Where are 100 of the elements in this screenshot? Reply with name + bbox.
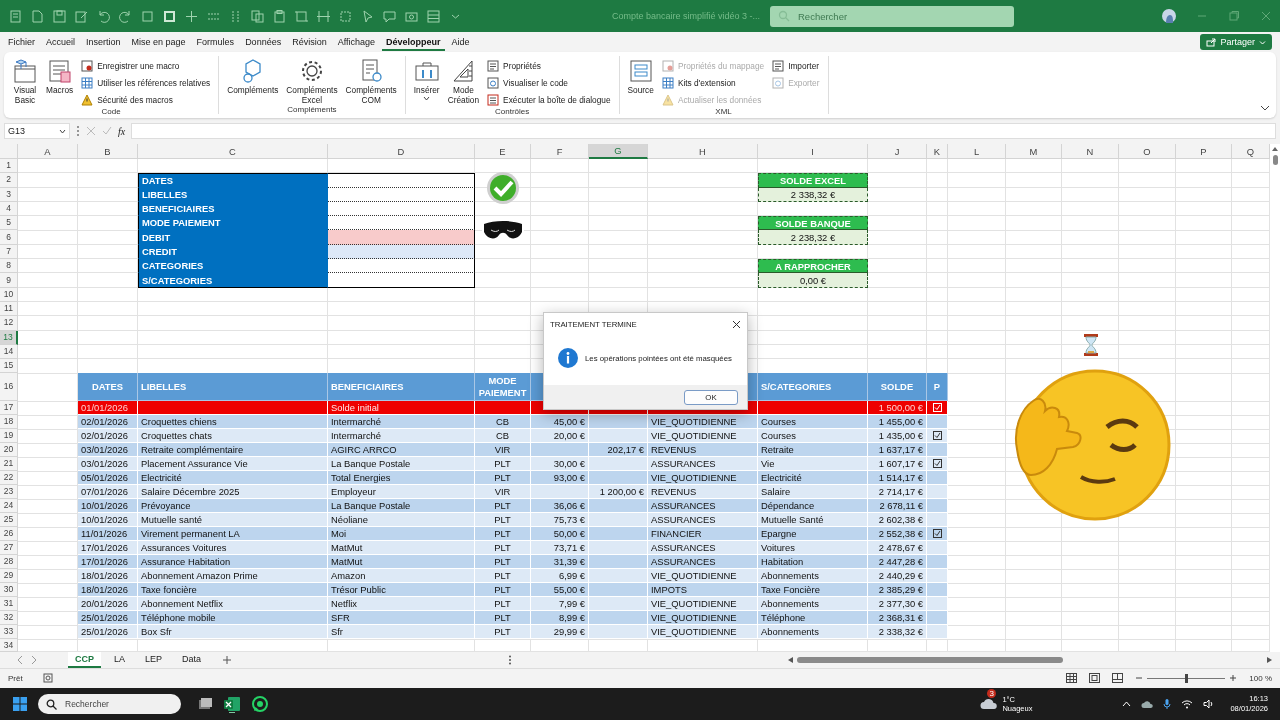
frame-icon[interactable]: [316, 8, 331, 24]
page-break-icon[interactable]: [1112, 673, 1124, 683]
row-header[interactable]: 2: [0, 173, 18, 188]
row-header[interactable]: 22: [0, 471, 18, 486]
column-header[interactable]: B: [78, 144, 138, 159]
document-icon[interactable]: [8, 8, 23, 24]
check-icon[interactable]: [102, 126, 112, 136]
previous-icon[interactable]: [16, 655, 24, 665]
spreadsheet-icon[interactable]: [223, 695, 241, 713]
row-header[interactable]: 5: [0, 216, 18, 231]
zoom-level[interactable]: 100 %: [1249, 673, 1272, 683]
zoom-out-icon[interactable]: [1135, 674, 1144, 682]
formula-input[interactable]: [131, 123, 1276, 139]
cloud-icon[interactable]: [1141, 699, 1154, 709]
plus-icon[interactable]: [184, 8, 199, 24]
ribbon-button[interactable]: Sécurité des macros: [79, 92, 213, 107]
horizontal-scrollbar[interactable]: [788, 655, 1272, 665]
sheet-tab[interactable]: LA: [107, 652, 133, 668]
column-header[interactable]: G: [589, 144, 648, 159]
ribbon-button[interactable]: Kits d'extension: [659, 75, 767, 90]
avatar-icon[interactable]: [1162, 9, 1176, 23]
row-header[interactable]: 8: [0, 259, 18, 274]
column-header[interactable]: C: [138, 144, 328, 159]
menu-tab[interactable]: Développeur: [382, 33, 445, 51]
column-header[interactable]: H: [648, 144, 758, 159]
menu-tab[interactable]: Fichier: [4, 33, 39, 51]
comment-icon[interactable]: [382, 8, 397, 24]
share-button[interactable]: Partager: [1200, 34, 1272, 50]
restore-icon[interactable]: [1228, 10, 1240, 22]
ribbon-button[interactable]: Propriétés: [485, 58, 613, 73]
arrow-up-icon[interactable]: [1272, 147, 1278, 151]
copy-icon[interactable]: [250, 8, 265, 24]
wifi-icon[interactable]: [1181, 699, 1194, 709]
row-header[interactable]: 19: [0, 429, 18, 444]
sheet-tab[interactable]: CCP: [68, 652, 101, 668]
row-header[interactable]: 9: [0, 273, 18, 288]
square-icon[interactable]: [140, 8, 155, 24]
row-header[interactable]: 15: [0, 359, 18, 374]
scrollbar-thumb[interactable]: [1272, 155, 1278, 165]
ribbon-button[interactable]: Visual Basic: [10, 58, 40, 105]
slider-thumb[interactable]: [1184, 673, 1188, 683]
zoom-in-icon[interactable]: [1229, 674, 1238, 682]
column-header[interactable]: L: [948, 144, 1006, 159]
chevron-up-icon[interactable]: [1122, 701, 1132, 707]
edit-icon[interactable]: [74, 8, 89, 24]
input-cell[interactable]: [328, 273, 475, 288]
ribbon-button[interactable]: Compléments COM: [343, 58, 399, 105]
row-header[interactable]: 17: [0, 401, 18, 416]
column-header[interactable]: M: [1006, 144, 1062, 159]
row-header[interactable]: 29: [0, 569, 18, 584]
input-cell[interactable]: [328, 173, 475, 188]
menu-tab[interactable]: Mise en page: [127, 33, 190, 51]
row-header[interactable]: 16: [0, 373, 18, 402]
menu-tab[interactable]: Révision: [288, 33, 331, 51]
sheet-tab[interactable]: LEP: [138, 652, 170, 668]
row-header[interactable]: 30: [0, 583, 18, 598]
row-header[interactable]: 23: [0, 485, 18, 500]
input-cell[interactable]: [328, 259, 475, 274]
redo-icon[interactable]: [118, 8, 133, 24]
ribbon-button[interactable]: Visualiser le code: [485, 75, 613, 90]
cloud-icon[interactable]: [980, 698, 999, 710]
menu-tab[interactable]: Insertion: [82, 33, 125, 51]
column-header[interactable]: K: [927, 144, 948, 159]
page-layout-icon[interactable]: [1089, 673, 1101, 683]
ribbon-button[interactable]: Macros: [44, 58, 76, 95]
microphone-icon[interactable]: [1163, 698, 1172, 710]
name-box[interactable]: G13: [4, 123, 70, 139]
menu-tab[interactable]: Formules: [192, 33, 239, 51]
column-header[interactable]: E: [475, 144, 531, 159]
input-cell[interactable]: [328, 230, 475, 245]
square-icon[interactable]: [162, 8, 177, 24]
row-header[interactable]: 21: [0, 457, 18, 472]
row-header[interactable]: 20: [0, 443, 18, 458]
column-header[interactable]: J: [868, 144, 927, 159]
ribbon-button[interactable]: Utiliser les références relatives: [79, 75, 213, 90]
add-sheet-icon[interactable]: [222, 655, 233, 665]
ribbon-button[interactable]: Exécuter la boîte de dialogue: [485, 92, 613, 107]
row-header[interactable]: 28: [0, 555, 18, 570]
cursor-icon[interactable]: [360, 8, 375, 24]
save-icon[interactable]: [52, 8, 67, 24]
column-header[interactable]: O: [1119, 144, 1176, 159]
chevron-down-icon[interactable]: [1260, 104, 1270, 112]
row-header[interactable]: 24: [0, 499, 18, 514]
frame-icon[interactable]: [294, 8, 309, 24]
undo-icon[interactable]: [96, 8, 111, 24]
menu-tab[interactable]: Affichage: [333, 33, 380, 51]
ribbon-button[interactable]: Enregistrer une macro: [79, 58, 213, 73]
menu-tab[interactable]: Données: [241, 33, 286, 51]
column-header[interactable]: N: [1062, 144, 1119, 159]
more-icon[interactable]: [76, 125, 80, 137]
row-header[interactable]: 1: [0, 159, 18, 174]
menu-tab[interactable]: Aide: [447, 33, 474, 51]
start-icon[interactable]: [12, 696, 28, 712]
input-cell[interactable]: [328, 216, 475, 231]
column-header[interactable]: F: [531, 144, 589, 159]
checkbox[interactable]: [932, 431, 942, 441]
column-header[interactable]: P: [1176, 144, 1232, 159]
row-header[interactable]: 34: [0, 639, 18, 652]
ribbon-button[interactable]: Importer: [770, 58, 822, 73]
menu-tab[interactable]: Accueil: [42, 33, 80, 51]
